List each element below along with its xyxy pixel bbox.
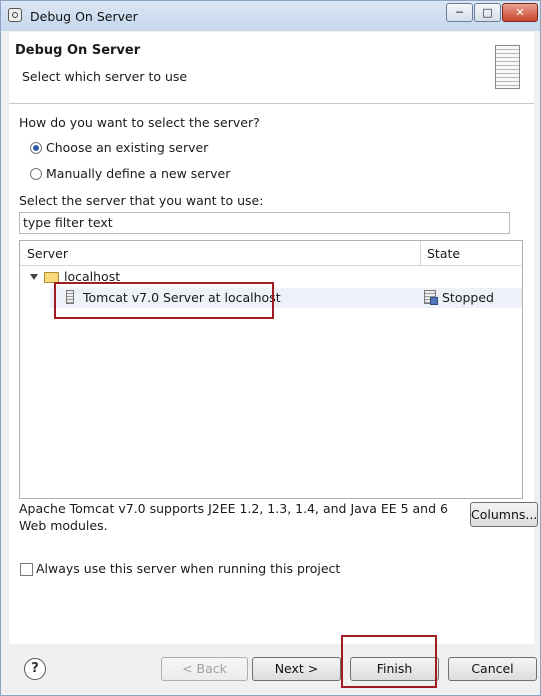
table-header: Server State	[20, 241, 522, 266]
debug-on-server-dialog: Debug On Server ─ □ ✕ Debug On Server Se…	[0, 0, 541, 696]
collapse-arrow-icon[interactable]	[30, 274, 38, 280]
radio-existing-server-label[interactable]: Choose an existing server	[46, 140, 208, 155]
server-description: Apache Tomcat v7.0 supports J2EE 1.2, 1.…	[19, 501, 448, 533]
radio-new-server[interactable]	[30, 168, 42, 180]
server-state-cell: Stopped	[442, 290, 494, 305]
next-button[interactable]: Next >	[252, 657, 341, 681]
close-button[interactable]: ✕	[502, 3, 538, 22]
column-divider[interactable]	[420, 241, 421, 265]
column-header-state[interactable]: State	[427, 246, 460, 261]
server-list-label: Select the server that you want to use:	[19, 193, 264, 208]
window-title: Debug On Server	[30, 9, 138, 24]
back-button[interactable]: < Back	[161, 657, 248, 681]
server-highlight-box	[54, 282, 274, 319]
finish-highlight-box	[341, 635, 437, 688]
always-use-label[interactable]: Always use this server when running this…	[36, 561, 340, 576]
help-icon[interactable]: ?	[24, 658, 46, 680]
always-use-checkbox[interactable]	[20, 563, 33, 576]
radio-existing-server[interactable]	[30, 142, 42, 154]
minimize-button[interactable]: ─	[446, 3, 473, 22]
maximize-button[interactable]: □	[474, 3, 501, 22]
filter-input[interactable]: type filter text	[19, 212, 510, 234]
server-table: Server State localhost Tomcat v7.0 Serve…	[19, 240, 523, 499]
server-state-icon	[424, 290, 438, 305]
server-icon	[495, 45, 520, 89]
title-bar[interactable]: Debug On Server ─ □ ✕	[1, 1, 540, 31]
wizard-header: Debug On Server Select which server to u…	[9, 32, 534, 104]
wizard-subtitle: Select which server to use	[22, 69, 188, 84]
cancel-button[interactable]: Cancel	[448, 657, 537, 681]
wizard-title: Debug On Server	[15, 43, 141, 58]
columns-button[interactable]: Columns...	[470, 502, 538, 527]
eclipse-app-icon	[8, 8, 22, 22]
wizard-content: How do you want to select the server? Ch…	[9, 104, 538, 644]
radio-new-server-label[interactable]: Manually define a new server	[46, 166, 230, 181]
selection-question: How do you want to select the server?	[19, 115, 260, 130]
column-header-server[interactable]: Server	[27, 246, 68, 261]
